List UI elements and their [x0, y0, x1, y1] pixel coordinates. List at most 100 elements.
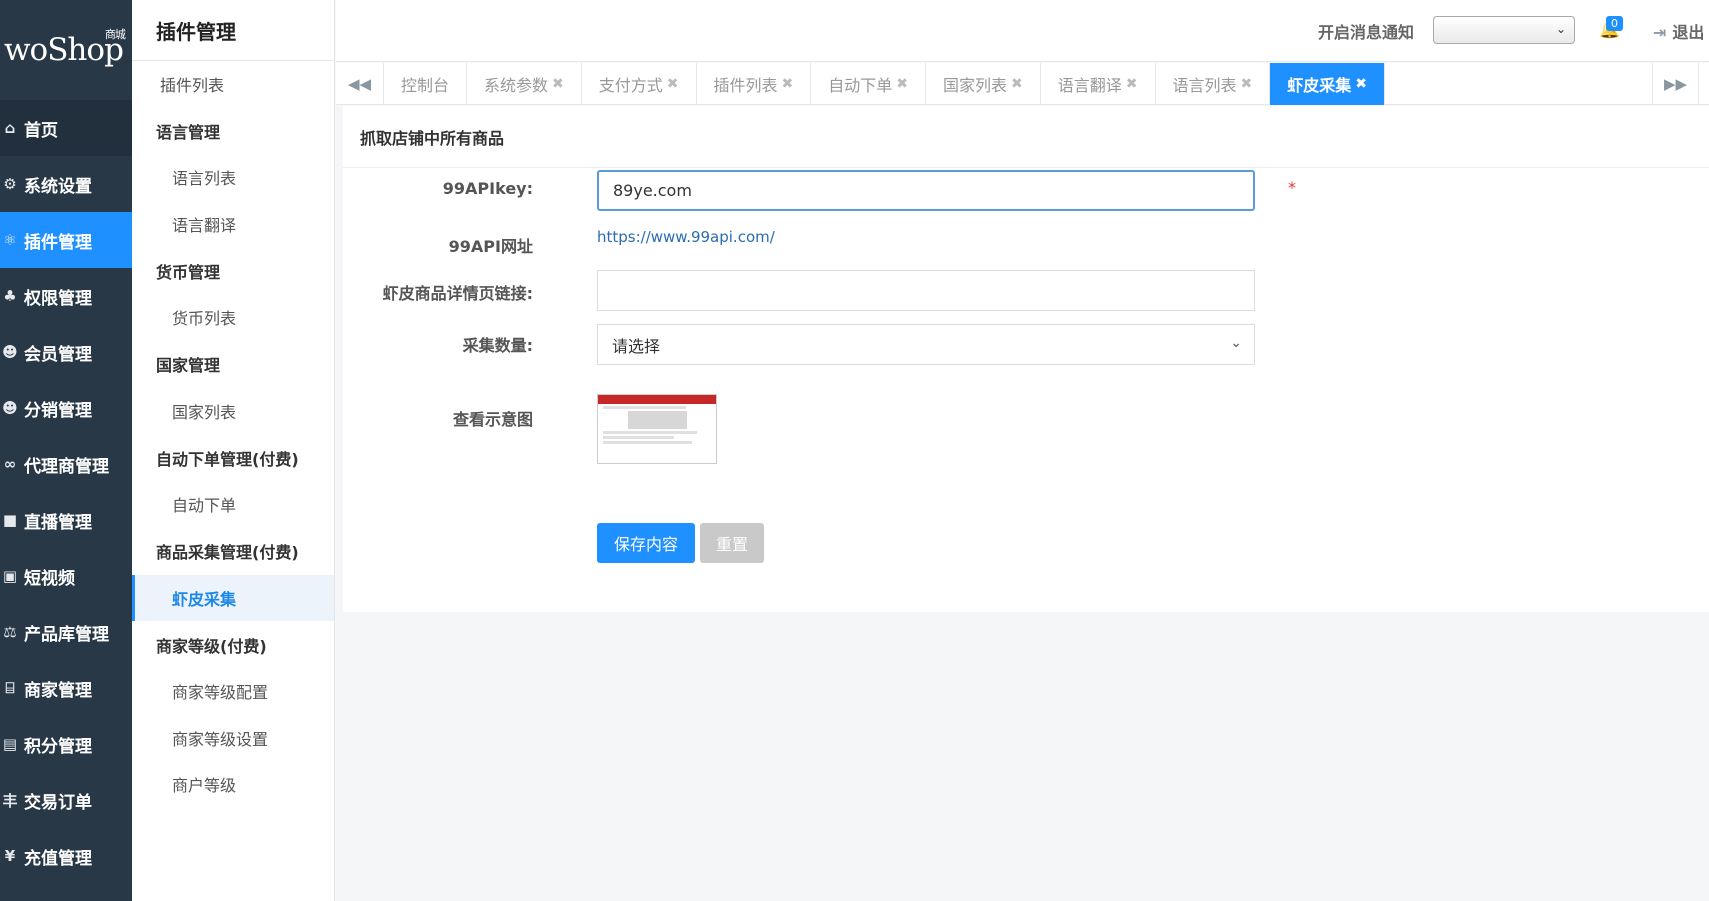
subnav-group-title[interactable]: 自动下单管理(付费) [132, 434, 334, 481]
tab-7[interactable]: 语言列表 ✖ [1156, 63, 1271, 105]
tabs-scroll-right-button[interactable]: ▶▶ [1652, 63, 1699, 105]
logo-text: woShop 商城 [4, 28, 126, 68]
subnav-item-plugin-list[interactable]: 插件列表 [132, 61, 334, 107]
reset-button[interactable]: 重置 [700, 523, 764, 563]
sidebar-item-11[interactable]: ▤ 积分管理 [0, 716, 132, 772]
close-icon[interactable]: ✖ [667, 76, 679, 92]
home-icon: ⌂ [4, 119, 16, 137]
logo[interactable]: woShop 商城 [0, 0, 132, 100]
close-icon[interactable]: ✖ [782, 76, 794, 92]
sidebar-item-2[interactable]: ⚛ 插件管理 [0, 212, 132, 268]
plugin-icon: ⚛ [3, 231, 17, 249]
sidebar-item-10[interactable]: ⌸ 商家管理 [0, 660, 132, 716]
close-icon[interactable]: ✖ [1241, 76, 1253, 92]
close-icon[interactable]: ✖ [1126, 76, 1138, 92]
tab-label: 控制台 [401, 76, 450, 95]
sidebar-item-label: 插件管理 [24, 232, 92, 253]
count-select[interactable]: 请选择 ⌄ [597, 324, 1255, 365]
close-icon[interactable]: ✖ [896, 76, 908, 92]
subnav-item[interactable]: 货币列表 [132, 294, 334, 341]
thumbnail-line [603, 441, 692, 444]
tab-4[interactable]: 自动下单 ✖ [811, 63, 927, 105]
subnav-item[interactable]: 商家等级设置 [132, 715, 334, 762]
tab-strip: ◀◀ 控制台 系统参数 ✖ 支付方式 ✖ 插件列表 ✖ 自动下单 ✖ 国家列表 ✖ 语言翻译 ✖ 语言列表… [336, 63, 1709, 105]
tab-label: 系统参数 [484, 76, 549, 95]
tab-list: 控制台 系统参数 ✖ 支付方式 ✖ 插件列表 ✖ 自动下单 ✖ 国家列表 ✖ 语言翻译 ✖ 语言列表 ✖ 虾皮… [384, 63, 1386, 105]
chevron-down-icon: ⌄ [1555, 22, 1566, 36]
sidebar-item-0[interactable]: ⌂ 首页 [0, 100, 132, 156]
preview-thumbnail[interactable] [597, 394, 717, 464]
tab-label: 支付方式 [598, 76, 663, 95]
apikey-label: 99APIkey: [442, 179, 533, 198]
subnav-group-title[interactable]: 商家等级(付费) [132, 621, 334, 668]
tab-3[interactable]: 插件列表 ✖ [697, 63, 812, 105]
sidebar-item-label: 短视频 [24, 568, 75, 589]
required-mark: * [1288, 178, 1296, 197]
close-icon[interactable]: ✖ [1355, 76, 1367, 92]
tab-0[interactable]: 控制台 [384, 63, 468, 105]
sidebar-item-label: 商家管理 [24, 680, 92, 701]
subnav-title: 插件管理 [132, 0, 334, 61]
tab-label: 插件列表 [713, 76, 778, 95]
main-sidebar: woShop 商城 ⌂ 首页 ⚙ 系统设置 ⚛ 插件管理 ♣ 权限管理 ☻ 会员管理 ☻ 分销管理 ∞ 代理… [0, 0, 132, 901]
thumbnail-product-image [628, 411, 687, 429]
notification-count-badge: 0 [1606, 16, 1623, 31]
sitemap-icon: ♣ [3, 287, 17, 305]
sidebar-item-label: 分销管理 [24, 400, 92, 421]
users-icon: ☻ [2, 343, 18, 361]
thumbnail-line [603, 406, 686, 409]
tab-label: 虾皮采集 [1287, 76, 1352, 95]
sidebar-item-label: 系统设置 [24, 176, 92, 197]
subnav-item[interactable]: 自动下单 [132, 481, 334, 528]
save-button[interactable]: 保存内容 [597, 523, 695, 563]
sidebar-item-12[interactable]: 丰交易订单 [0, 772, 132, 828]
sidebar-item-5[interactable]: ☻ 分销管理 [0, 380, 132, 436]
sidebar-item-9[interactable]: ⚖ 产品库管理 [0, 604, 132, 660]
subnav-item[interactable]: 虾皮采集 [132, 574, 334, 621]
content-panel: 抓取店铺中所有商品 99APIkey: * 99API网址 https://ww… [343, 106, 1709, 612]
subnav-item[interactable]: 商户等级 [132, 761, 334, 808]
tab-2[interactable]: 支付方式 ✖ [582, 63, 697, 105]
file-video-icon: ▣ [2, 567, 18, 585]
tab-6[interactable]: 语言翻译 ✖ [1041, 63, 1156, 105]
subnav-group-title[interactable]: 商品采集管理(付费) [132, 528, 334, 575]
detail-link-input[interactable] [597, 270, 1255, 311]
subnav-group-title[interactable]: 国家管理 [132, 341, 334, 388]
subnav-item[interactable]: 语言翻译 [132, 201, 334, 248]
double-left-arrow-icon: ◀◀ [347, 75, 372, 93]
tab-5[interactable]: 国家列表 ✖ [926, 63, 1041, 105]
sidebar-item-13[interactable]: ¥ 充值管理 [0, 828, 132, 884]
order-icon: 丰 [2, 791, 18, 810]
logout-button[interactable]: ⇥ 退出 [1653, 19, 1704, 43]
sidebar-item-7[interactable]: ■ 直播管理 [0, 492, 132, 548]
top-header: 开启消息通知 ⌄ 🔔 0 ⇥退出 [336, 0, 1709, 62]
bicycle-icon: ∞ [3, 455, 17, 473]
sub-sidebar: 插件管理 插件列表 语言管理 语言列表 语言翻译 货币管理 货币列表 国家管理 国家列表 自动… [132, 0, 335, 901]
sidebar-item-3[interactable]: ♣ 权限管理 [0, 268, 132, 324]
close-icon[interactable]: ✖ [552, 76, 564, 92]
sidebar-item-label: 充值管理 [24, 848, 92, 869]
tab-1[interactable]: 系统参数 ✖ [467, 63, 582, 105]
apikey-input[interactable] [597, 170, 1255, 211]
notify-select[interactable]: ⌄ [1433, 16, 1575, 44]
subnav-group-title[interactable]: 货币管理 [132, 247, 334, 294]
subnav-item[interactable]: 语言列表 [132, 154, 334, 201]
tab-label: 语言列表 [1172, 76, 1237, 95]
tab-8[interactable]: 虾皮采集 ✖ [1270, 63, 1386, 105]
subnav-item[interactable]: 商家等级配置 [132, 668, 334, 715]
close-icon[interactable]: ✖ [1011, 76, 1023, 92]
sidebar-item-label: 权限管理 [24, 288, 92, 309]
apiurl-link[interactable]: https://www.99api.com/ [597, 228, 775, 246]
subnav-groups: 语言管理 语言列表 语言翻译 货币管理 货币列表 国家管理 国家列表 自动下单管理(付费) 自动… [132, 107, 334, 808]
sidebar-item-6[interactable]: ∞ 代理商管理 [0, 436, 132, 492]
bank-icon: ⌸ [5, 679, 15, 697]
subnav-group-title[interactable]: 语言管理 [132, 107, 334, 154]
sidebar-item-4[interactable]: ☻ 会员管理 [0, 324, 132, 380]
subnav-item[interactable]: 国家列表 [132, 388, 334, 435]
users-icon: ☻ [2, 399, 18, 417]
count-label: 采集数量: [462, 336, 533, 355]
sidebar-item-1[interactable]: ⚙ 系统设置 [0, 156, 132, 212]
apiurl-label: 99API网址 [448, 237, 533, 256]
tabs-scroll-left-button[interactable]: ◀◀ [336, 63, 384, 105]
sidebar-item-8[interactable]: ▣ 短视频 [0, 548, 132, 604]
